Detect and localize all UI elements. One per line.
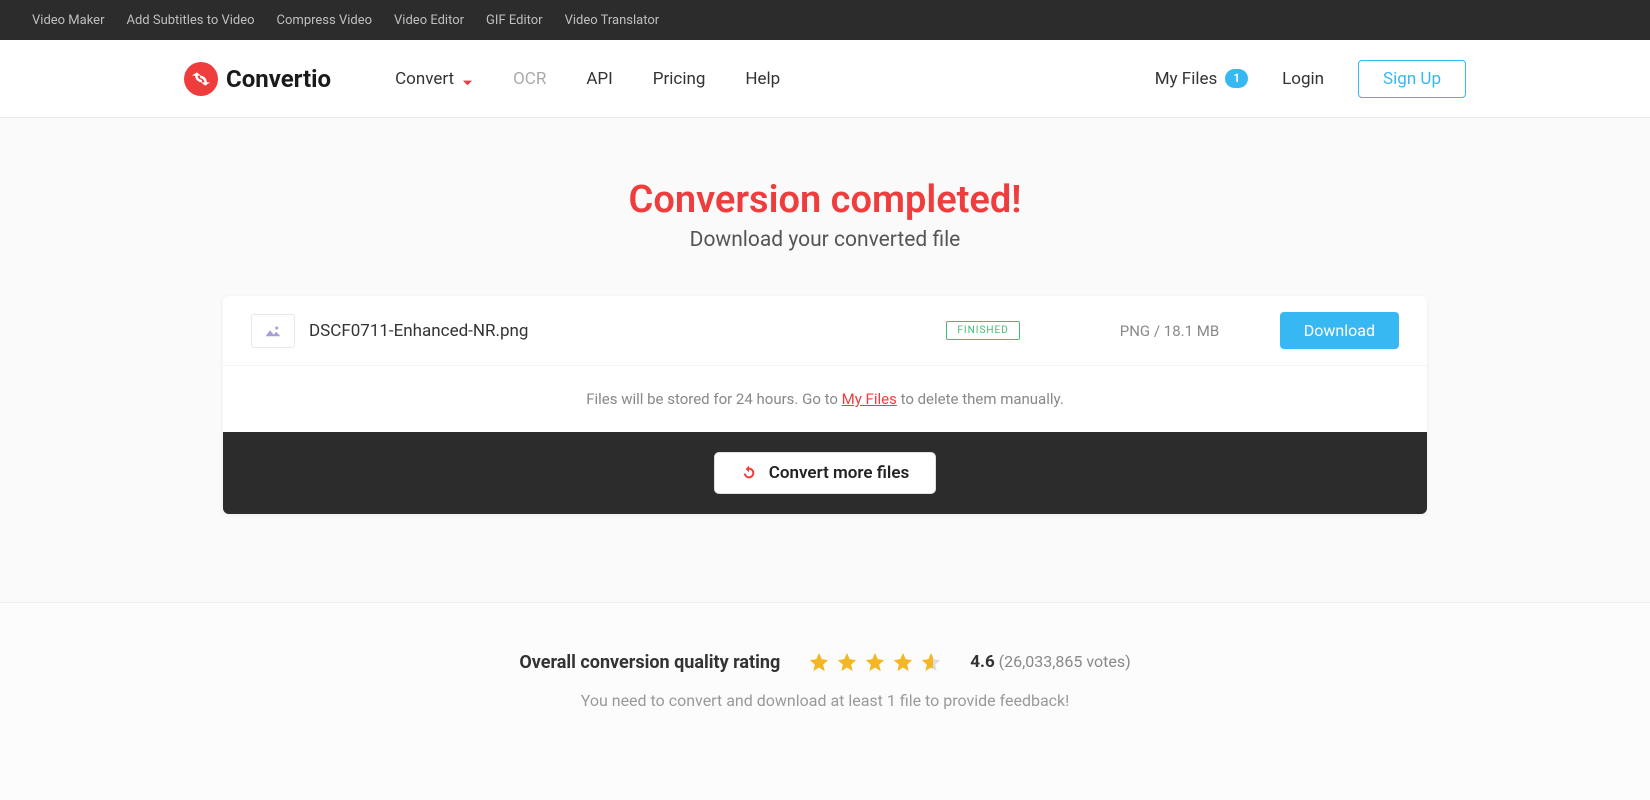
nav-right: My Files 1 Login Sign Up (1155, 60, 1466, 98)
file-meta: PNG / 18.1 MB (1120, 322, 1280, 340)
topbar-link-compress[interactable]: Compress Video (277, 13, 372, 28)
star-icon (808, 651, 830, 673)
star-half-icon (920, 651, 942, 673)
logo-text: Convertio (226, 65, 331, 93)
headline: Conversion completed! Download your conv… (223, 178, 1427, 252)
headline-subtitle: Download your converted file (223, 228, 1427, 252)
nav-login[interactable]: Login (1282, 69, 1324, 89)
nav-myfiles-label: My Files (1155, 69, 1218, 89)
myfiles-count-badge: 1 (1225, 69, 1248, 87)
convert-more-label: Convert more files (769, 463, 909, 483)
topbar-link-translator[interactable]: Video Translator (565, 13, 660, 28)
nav-convert[interactable]: Convert (395, 69, 473, 89)
nav-api[interactable]: API (586, 69, 612, 89)
convert-more-button[interactable]: Convert more files (714, 452, 936, 494)
nav-main: Convert OCR API Pricing Help (395, 69, 780, 89)
nav-convert-label: Convert (395, 69, 454, 89)
nav-pricing[interactable]: Pricing (653, 69, 706, 89)
download-button[interactable]: Download (1280, 312, 1399, 349)
signup-button[interactable]: Sign Up (1358, 60, 1466, 98)
file-row: DSCF0711-Enhanced-NR.png FINISHED PNG / … (223, 296, 1427, 366)
rating-note: You need to convert and download at leas… (20, 691, 1630, 710)
main-header: Convertio Convert OCR API Pricing Help M… (0, 40, 1650, 118)
nav-help[interactable]: Help (745, 69, 780, 89)
chevron-down-icon (462, 73, 473, 84)
utility-topbar: Video Maker Add Subtitles to Video Compr… (0, 0, 1650, 40)
topbar-link-video-maker[interactable]: Video Maker (32, 13, 104, 28)
logo[interactable]: Convertio (184, 62, 331, 96)
page-body: Conversion completed! Download your conv… (0, 118, 1650, 800)
rating-line: Overall conversion quality rating 4.6 (2… (20, 651, 1630, 673)
storage-note-prefix: Files will be stored for 24 hours. Go to (586, 390, 841, 408)
rating-label: Overall conversion quality rating (519, 652, 780, 673)
star-icon (836, 651, 858, 673)
topbar-link-video-editor[interactable]: Video Editor (394, 13, 464, 28)
storage-note: Files will be stored for 24 hours. Go to… (223, 366, 1427, 432)
rating-score: 4.6 (970, 652, 994, 672)
storage-note-suffix: to delete them manually. (897, 390, 1064, 408)
conversion-card: DSCF0711-Enhanced-NR.png FINISHED PNG / … (223, 296, 1427, 514)
status-badge: FINISHED (946, 321, 1019, 340)
file-name: DSCF0711-Enhanced-NR.png (309, 321, 906, 341)
topbar-link-subtitles[interactable]: Add Subtitles to Video (126, 13, 254, 28)
storage-myfiles-link[interactable]: My Files (842, 390, 897, 408)
logo-icon (184, 62, 218, 96)
star-icon (864, 651, 886, 673)
nav-myfiles[interactable]: My Files 1 (1155, 69, 1248, 89)
image-file-icon (251, 314, 295, 348)
refresh-icon (741, 465, 757, 481)
convert-more-bar: Convert more files (223, 432, 1427, 514)
topbar-link-gif-editor[interactable]: GIF Editor (486, 13, 543, 28)
nav-ocr[interactable]: OCR (513, 69, 546, 89)
rating-stars[interactable] (808, 651, 942, 673)
rating-votes: (26,033,865 votes) (999, 652, 1131, 671)
rating-section: Overall conversion quality rating 4.6 (2… (0, 602, 1650, 800)
star-icon (892, 651, 914, 673)
headline-title: Conversion completed! (223, 178, 1427, 222)
